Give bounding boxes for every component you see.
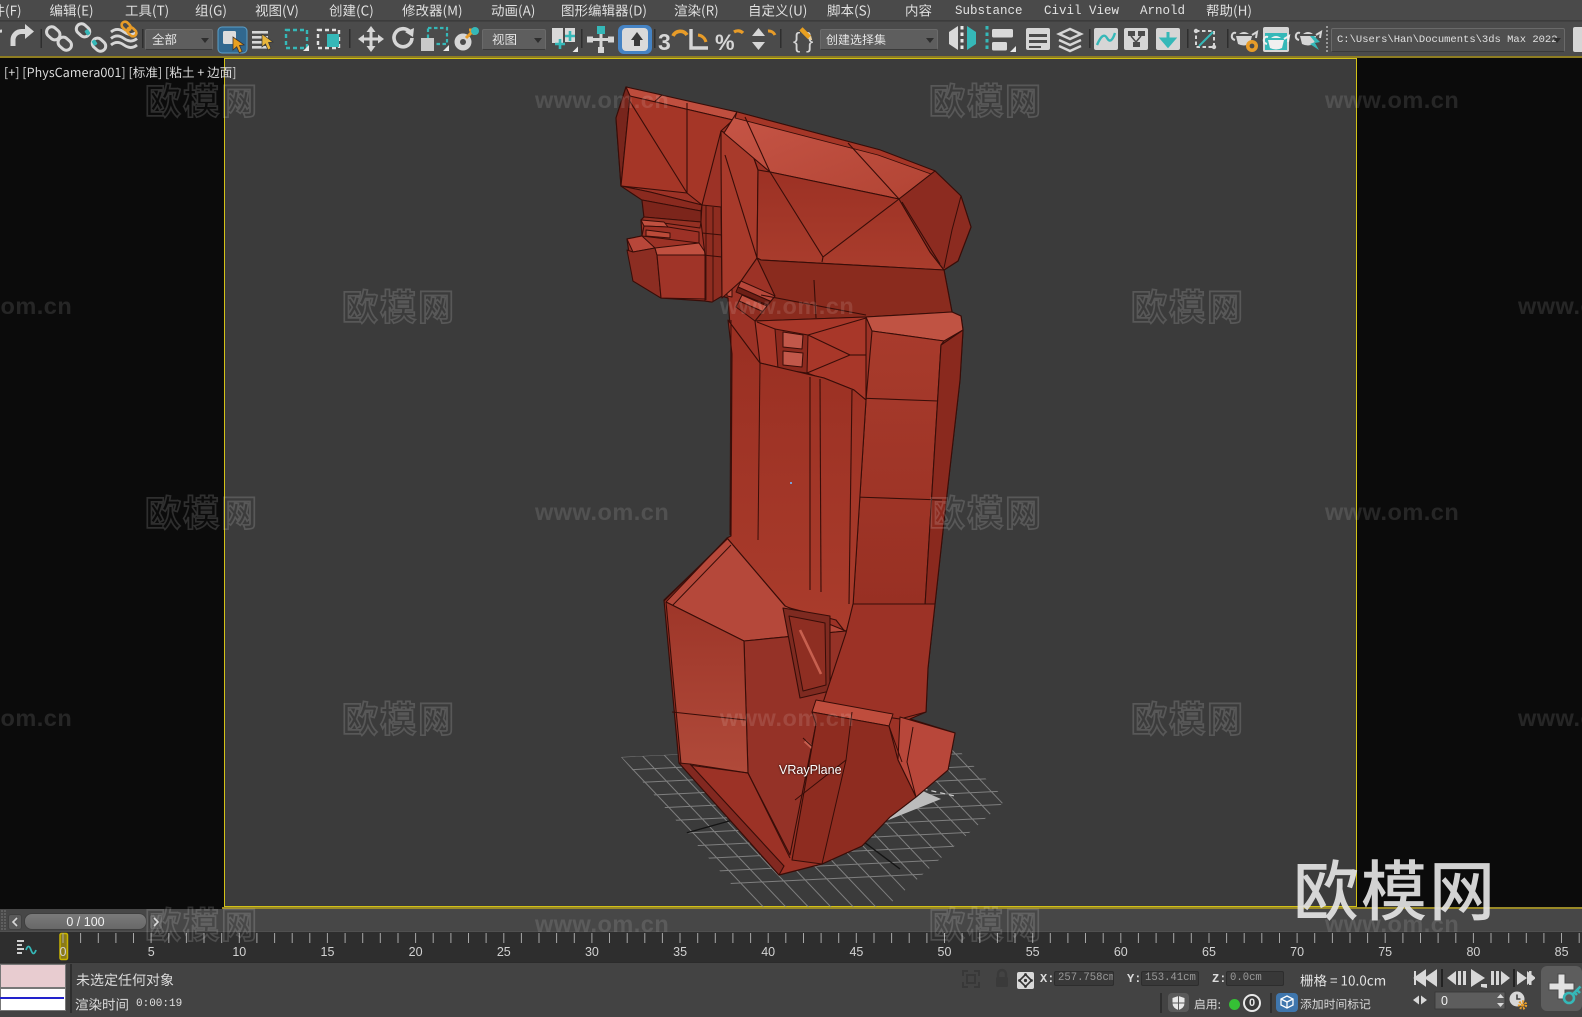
- svg-text:65: 65: [1202, 945, 1216, 959]
- svg-text:45: 45: [849, 945, 863, 959]
- svg-text:0: 0: [60, 945, 67, 959]
- svg-text:%: %: [715, 30, 735, 55]
- svg-text:25: 25: [497, 945, 511, 959]
- svg-text:0: 0: [1441, 994, 1448, 1008]
- svg-text:3: 3: [658, 29, 671, 55]
- svg-text:60: 60: [1114, 945, 1128, 959]
- svg-text:{: {: [793, 28, 800, 53]
- svg-text:55: 55: [1026, 945, 1040, 959]
- svg-text:5: 5: [148, 945, 155, 959]
- svg-text:70: 70: [1290, 945, 1304, 959]
- svg-text:80: 80: [1466, 945, 1480, 959]
- svg-text:}: }: [806, 28, 813, 53]
- svg-text:10: 10: [232, 945, 246, 959]
- svg-text:75: 75: [1378, 945, 1392, 959]
- svg-text:40: 40: [761, 945, 775, 959]
- svg-text:30: 30: [585, 945, 599, 959]
- svg-text:35: 35: [673, 945, 687, 959]
- svg-text:15: 15: [321, 945, 335, 959]
- svg-text:20: 20: [409, 945, 423, 959]
- svg-text:50: 50: [938, 945, 952, 959]
- svg-text:85: 85: [1555, 945, 1569, 959]
